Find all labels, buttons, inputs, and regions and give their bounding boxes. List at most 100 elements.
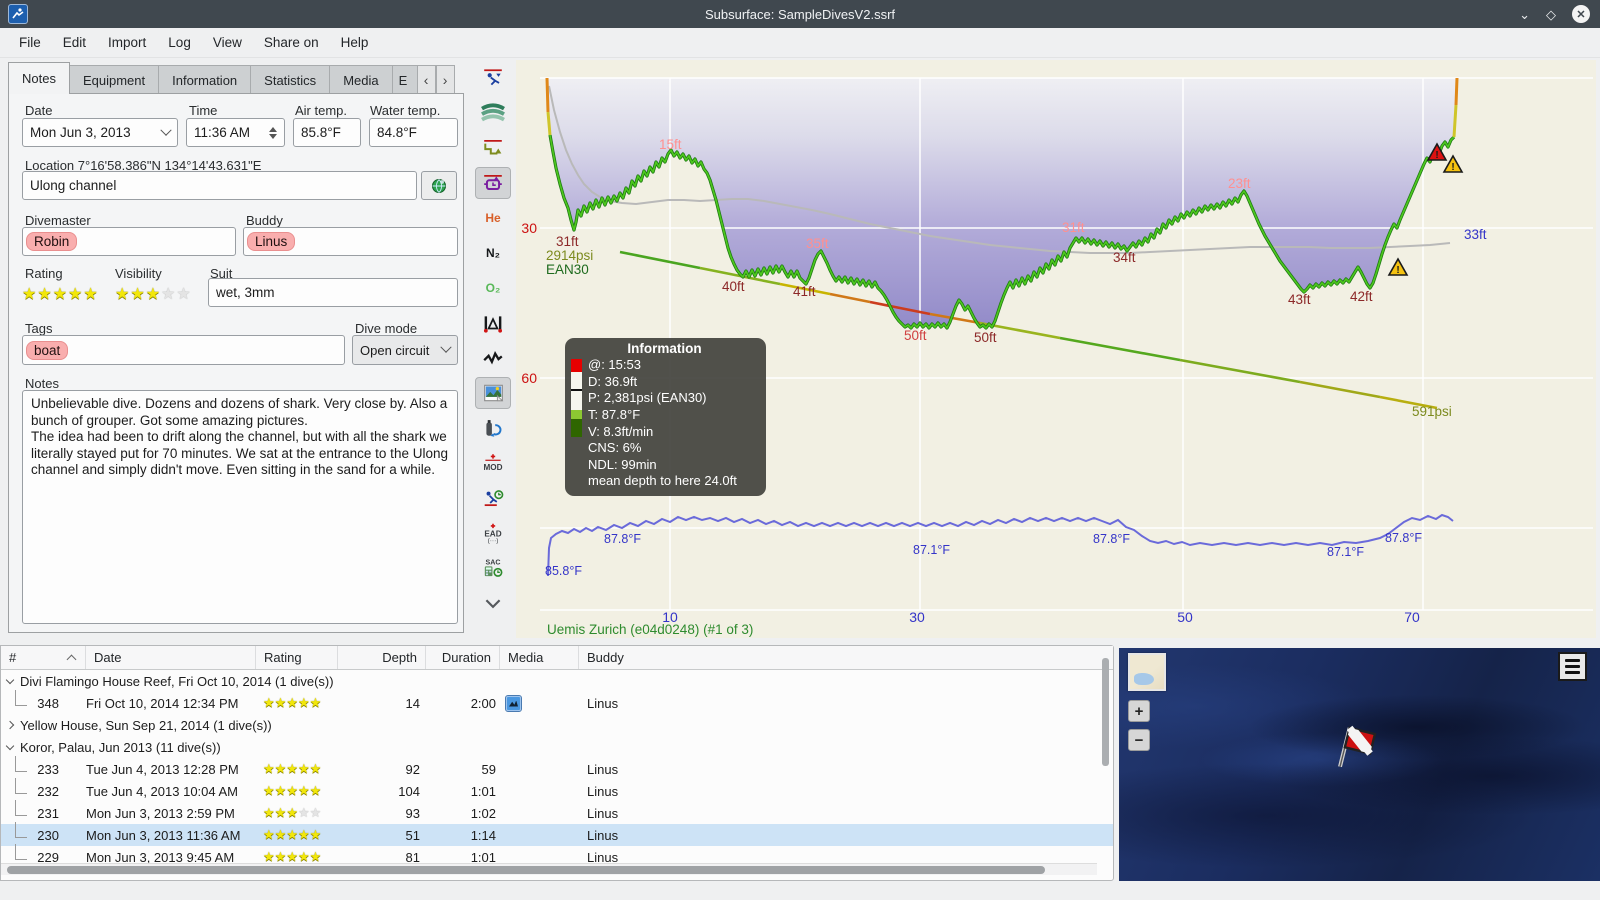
menu-item-edit[interactable]: Edit: [54, 31, 95, 54]
star-icon[interactable]: ★: [286, 849, 298, 864]
star-icon[interactable]: ★: [298, 805, 310, 820]
minimize-icon[interactable]: ⌄: [1519, 8, 1530, 21]
globe-button[interactable]: [421, 171, 457, 200]
star-icon[interactable]: ★: [176, 284, 190, 304]
minimap-thumbnail[interactable]: [1128, 653, 1166, 691]
tab-information[interactable]: Information: [158, 65, 252, 94]
map-zoom-in-button[interactable]: +: [1128, 700, 1150, 722]
star-icon[interactable]: ★: [298, 761, 310, 776]
divemaster-tag[interactable]: Robin: [26, 232, 78, 251]
star-icon[interactable]: ★: [275, 695, 287, 710]
suit-input[interactable]: wet, 3mm: [208, 278, 458, 307]
dc-time-icon[interactable]: [475, 482, 511, 514]
star-icon[interactable]: ★: [286, 827, 298, 842]
star-icon[interactable]: ★: [263, 761, 275, 776]
menu-item-view[interactable]: View: [204, 31, 251, 54]
star-icon[interactable]: ★: [37, 284, 51, 304]
star-icon[interactable]: ★: [275, 849, 287, 864]
star-icon[interactable]: ★: [310, 849, 322, 864]
water-temp-input[interactable]: 84.8°F: [369, 118, 458, 147]
map-menu-button[interactable]: [1558, 652, 1587, 681]
menu-item-log[interactable]: Log: [159, 31, 200, 54]
star-icon[interactable]: ★: [68, 284, 82, 304]
star-icon[interactable]: ★: [286, 783, 298, 798]
column-header-date[interactable]: Date: [86, 646, 256, 669]
star-icon[interactable]: ★: [263, 783, 275, 798]
tab-equipment[interactable]: Equipment: [68, 65, 160, 94]
star-icon[interactable]: ★: [310, 827, 322, 842]
star-icon[interactable]: ★: [263, 695, 275, 710]
star-icon[interactable]: ★: [263, 827, 275, 842]
dive-row-348[interactable]: 348 Fri Oct 10, 2014 12:34 PM ★★★★★ 14 2:00 L…: [1, 689, 1113, 714]
star-icon[interactable]: ★: [275, 805, 287, 820]
tab-scroll-left-icon[interactable]: ‹: [416, 65, 436, 94]
ceiling-steps-icon[interactable]: [475, 132, 511, 164]
buddy-tag[interactable]: Linus: [247, 232, 296, 251]
sac-icon[interactable]: SAC: [475, 552, 511, 584]
star-icon[interactable]: ★: [263, 805, 275, 820]
dive-mode-select[interactable]: Open circuit: [352, 335, 458, 365]
tags-input[interactable]: boat: [22, 335, 345, 365]
menu-item-share-on[interactable]: Share on: [255, 31, 328, 54]
chevron-down-icon[interactable]: [5, 741, 15, 751]
vertical-scrollbar[interactable]: [1102, 658, 1109, 766]
tab-notes[interactable]: Notes: [8, 62, 70, 94]
scrollbar-thumb[interactable]: [7, 866, 1045, 874]
star-icon[interactable]: ★: [83, 284, 97, 304]
oxygen-graph-icon[interactable]: O₂: [475, 272, 511, 304]
helium-graph-icon[interactable]: He: [475, 202, 511, 234]
buddy-input[interactable]: Linus: [243, 227, 458, 256]
tab-scroll-right-icon[interactable]: ›: [435, 65, 455, 94]
star-icon[interactable]: ★: [310, 805, 322, 820]
dive-mode-icon[interactable]: [475, 62, 511, 94]
map-panel[interactable]: + −: [1119, 648, 1600, 881]
tab-e[interactable]: E: [391, 65, 418, 94]
waves-icon[interactable]: [475, 97, 511, 129]
star-icon[interactable]: ★: [146, 284, 160, 304]
column-header-depth[interactable]: Depth: [338, 646, 426, 669]
trip-row[interactable]: Divi Flamingo House Reef, Fri Oct 10, 20…: [1, 670, 1113, 692]
dive-row-230[interactable]: 230 Mon Jun 3, 2013 11:36 AM ★★★★★ 51 1:14 Li…: [1, 821, 1113, 846]
star-icon[interactable]: ★: [115, 284, 129, 304]
media-thumbnail-icon[interactable]: [505, 694, 522, 712]
dc-ceiling-icon[interactable]: [475, 167, 511, 199]
calc-ceiling-icon[interactable]: [475, 307, 511, 339]
scroll-down-icon[interactable]: [475, 587, 511, 619]
gas-change-icon[interactable]: [475, 412, 511, 444]
maximize-icon[interactable]: ◇: [1546, 8, 1556, 21]
location-input[interactable]: Ulong channel: [22, 171, 417, 200]
star-icon[interactable]: ★: [130, 284, 144, 304]
star-icon[interactable]: ★: [310, 761, 322, 776]
heartrate-icon[interactable]: [475, 342, 511, 374]
column-header-duration[interactable]: Duration: [426, 646, 500, 669]
photos-icon[interactable]: [475, 377, 511, 409]
dive-profile-chart[interactable]: 15ft 31ft 2914psi EAN30 40ft 41ft 35ft 50ft 50ft…: [516, 60, 1596, 638]
time-spinner[interactable]: [269, 126, 277, 139]
column-header-media[interactable]: Media: [500, 646, 579, 669]
mod-icon[interactable]: MOD: [475, 447, 511, 479]
visibility-stars[interactable]: ★ ★ ★ ★ ★: [115, 284, 191, 304]
column-header-rating[interactable]: Rating: [256, 646, 338, 669]
air-temp-input[interactable]: 85.8°F: [293, 118, 361, 147]
star-icon[interactable]: ★: [263, 849, 275, 864]
star-icon[interactable]: ★: [298, 849, 310, 864]
ead-icon[interactable]: EAD (···): [475, 517, 511, 549]
star-icon[interactable]: ★: [53, 284, 67, 304]
menu-item-file[interactable]: File: [10, 31, 50, 54]
map-zoom-out-button[interactable]: −: [1128, 729, 1150, 751]
dive-row-231[interactable]: 231 Mon Jun 3, 2013 2:59 PM ★★★★★ 93 1:02 Lin…: [1, 799, 1113, 824]
trip-row[interactable]: Yellow House, Sun Sep 21, 2014 (1 dive(s…: [1, 714, 1113, 736]
tab-media[interactable]: Media: [329, 65, 393, 94]
star-icon[interactable]: ★: [275, 827, 287, 842]
tab-statistics[interactable]: Statistics: [250, 65, 331, 94]
star-icon[interactable]: ★: [286, 761, 298, 776]
menu-item-help[interactable]: Help: [332, 31, 378, 54]
star-icon[interactable]: ★: [298, 783, 310, 798]
nitrogen-graph-icon[interactable]: N₂: [475, 237, 511, 269]
dive-row-233[interactable]: 233 Tue Jun 4, 2013 12:28 PM ★★★★★ 92 59 Linu…: [1, 755, 1113, 780]
dive-flag-marker[interactable]: [1331, 718, 1381, 778]
divemaster-input[interactable]: Robin: [22, 227, 236, 256]
dive-row-232[interactable]: 232 Tue Jun 4, 2013 10:04 AM ★★★★★ 104 1:01 L…: [1, 777, 1113, 802]
star-icon[interactable]: ★: [275, 761, 287, 776]
column-header-num[interactable]: #: [1, 646, 86, 669]
